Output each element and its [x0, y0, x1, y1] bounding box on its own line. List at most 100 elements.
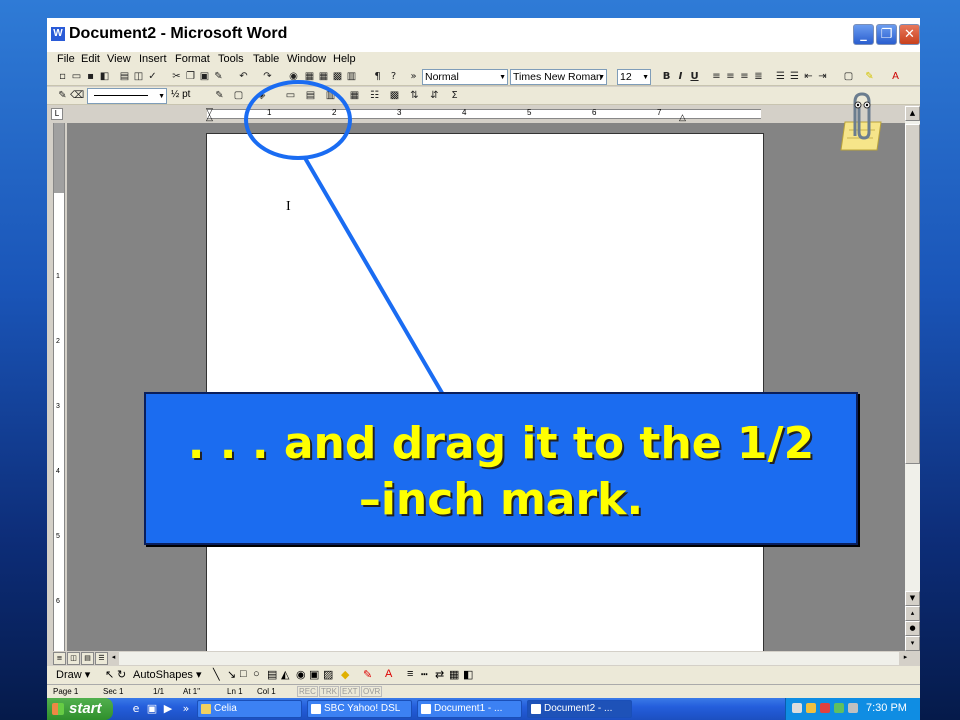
scroll-right-button[interactable]: ▸ — [899, 652, 912, 665]
tray-volume-icon[interactable] — [848, 703, 858, 713]
eraser-icon[interactable]: ⌫ — [70, 89, 84, 102]
clock[interactable]: 7:30 PM — [866, 702, 907, 714]
menu-tools[interactable]: Tools — [218, 53, 244, 65]
menu-view[interactable]: View — [107, 53, 131, 65]
line-style-combo[interactable]: ▼ — [87, 88, 167, 104]
3d-icon[interactable]: ◧ — [463, 668, 473, 681]
border-icon[interactable]: ▢ — [842, 70, 855, 83]
clipart-icon[interactable]: ▣ — [309, 668, 319, 681]
split-cells-icon[interactable]: ▥ — [324, 89, 337, 102]
arrow-icon[interactable]: ↘ — [227, 668, 236, 681]
align-left-icon[interactable]: ≡ — [710, 70, 723, 83]
print-preview-icon[interactable]: ◫ — [132, 70, 145, 83]
highlight-icon[interactable]: ✎ — [863, 70, 876, 83]
rec-indicator[interactable]: REC — [297, 686, 318, 697]
select-objects-icon[interactable]: ↖ — [105, 668, 114, 681]
menu-window[interactable]: Window — [287, 53, 326, 65]
vertical-scrollbar[interactable]: ▲ ▼ ▴ ● ▾ — [905, 106, 920, 651]
internet-explorer-icon[interactable]: e — [129, 702, 143, 716]
insert-table-icon[interactable]: ▭ — [284, 89, 297, 102]
picture-icon[interactable]: ▨ — [323, 668, 333, 681]
normal-view-button[interactable]: ≡ — [53, 652, 66, 665]
underline-button[interactable]: U — [688, 70, 701, 83]
border-color-icon[interactable]: ✎ — [213, 89, 226, 102]
new-icon[interactable]: ▫ — [56, 70, 69, 83]
line-color-icon[interactable]: ✎ — [363, 668, 372, 681]
autoshapes-menu-button[interactable]: AutoShapes ▾ — [133, 668, 202, 681]
redo-icon[interactable]: ↷ — [261, 70, 274, 83]
merge-cells-icon[interactable]: ▤ — [304, 89, 317, 102]
minimize-button[interactable]: _ — [853, 24, 874, 45]
border-icon[interactable]: ▢ — [232, 89, 245, 102]
menu-format[interactable]: Format — [175, 53, 210, 65]
dash-style-icon[interactable]: ┅ — [421, 668, 428, 681]
menu-help[interactable]: Help — [333, 53, 356, 65]
tray-alert-icon[interactable] — [820, 703, 830, 713]
scroll-up-button[interactable]: ▲ — [905, 106, 920, 121]
increase-indent-icon[interactable]: ⇥ — [816, 70, 829, 83]
bold-button[interactable]: B — [660, 70, 673, 83]
close-button[interactable]: ✕ — [899, 24, 920, 45]
textbox-icon[interactable]: ▤ — [267, 668, 277, 681]
align-icon[interactable]: ▦ — [348, 89, 361, 102]
horizontal-scroll-track[interactable] — [119, 652, 899, 665]
font-combo[interactable]: Times New Roman ▼ — [510, 69, 607, 85]
wordart-icon[interactable]: ◭ — [281, 668, 289, 681]
copy-icon[interactable]: ❐ — [184, 70, 197, 83]
office-assistant-paperclip[interactable] — [837, 92, 887, 152]
format-painter-icon[interactable]: ✎ — [212, 70, 225, 83]
ext-indicator[interactable]: EXT — [340, 686, 360, 697]
taskbar-button-celia[interactable]: Celia — [197, 700, 302, 718]
autofit-icon[interactable]: ▩ — [388, 89, 401, 102]
spelling-icon[interactable]: ✓ — [146, 70, 159, 83]
quicklaunch-media-icon[interactable]: ▶ — [161, 702, 175, 716]
taskbar-button-sbc-yahoo[interactable]: SBC Yahoo! DSL — [307, 700, 412, 718]
italic-button[interactable]: I — [674, 70, 687, 83]
font-color-icon[interactable]: A — [889, 70, 902, 83]
next-page-button[interactable]: ▾ — [905, 636, 920, 651]
oval-icon[interactable]: ○ — [253, 668, 260, 680]
line-style-icon[interactable]: ≡ — [407, 668, 413, 680]
scroll-down-button[interactable]: ▼ — [905, 591, 920, 606]
save-icon[interactable]: ▪ — [84, 70, 97, 83]
ovr-indicator[interactable]: OVR — [361, 686, 383, 697]
insert-table-icon[interactable]: ▦ — [317, 70, 330, 83]
fill-color-icon[interactable]: ◆ — [341, 668, 349, 681]
start-button[interactable]: start — [47, 698, 113, 720]
sort-descending-icon[interactable]: ⇵ — [428, 89, 441, 102]
tab-selector[interactable]: L — [51, 108, 63, 120]
insert-excel-icon[interactable]: ▩ — [331, 70, 344, 83]
rotate-icon[interactable]: ↻ — [117, 668, 126, 681]
word-app-icon[interactable]: W — [51, 27, 65, 41]
previous-page-button[interactable]: ▴ — [905, 606, 920, 621]
undo-icon[interactable]: ↶ — [237, 70, 250, 83]
restore-button[interactable]: ❐ — [876, 24, 897, 45]
diagram-icon[interactable]: ◉ — [296, 668, 306, 681]
line-weight[interactable]: ½ pt — [171, 89, 190, 100]
web-layout-view-button[interactable]: ◫ — [67, 652, 80, 665]
scroll-thumb[interactable] — [905, 124, 920, 464]
quicklaunch-app-icon[interactable]: ▣ — [145, 702, 159, 716]
right-indent-marker[interactable]: △ — [679, 113, 686, 122]
decrease-indent-icon[interactable]: ⇤ — [802, 70, 815, 83]
tray-shield-icon[interactable] — [806, 703, 816, 713]
open-icon[interactable]: ▭ — [70, 70, 83, 83]
toolbar-options-icon[interactable]: » — [407, 70, 420, 83]
taskbar-button-document1[interactable]: Document1 - ... — [417, 700, 522, 718]
tray-network-icon[interactable] — [834, 703, 844, 713]
align-right-icon[interactable]: ≡ — [738, 70, 751, 83]
help-icon[interactable]: ? — [387, 70, 400, 83]
select-browse-object-button[interactable]: ● — [905, 621, 920, 636]
menu-insert[interactable]: Insert — [139, 53, 167, 65]
font-color-icon[interactable]: A — [385, 668, 392, 680]
style-combo[interactable]: Normal ▼ — [422, 69, 508, 85]
ruler-track[interactable]: 1 2 3 4 5 6 7 ▽ △ △ — [206, 107, 761, 122]
columns-icon[interactable]: ▥ — [345, 70, 358, 83]
shading-icon[interactable]: ◈ — [255, 89, 268, 102]
shadow-icon[interactable]: ▦ — [449, 668, 459, 681]
taskbar-button-document2[interactable]: Document2 - ... — [527, 700, 632, 718]
menu-edit[interactable]: Edit — [81, 53, 100, 65]
sort-ascending-icon[interactable]: ⇅ — [408, 89, 421, 102]
numbering-icon[interactable]: ☰ — [774, 70, 787, 83]
menu-file[interactable]: File — [57, 53, 75, 65]
